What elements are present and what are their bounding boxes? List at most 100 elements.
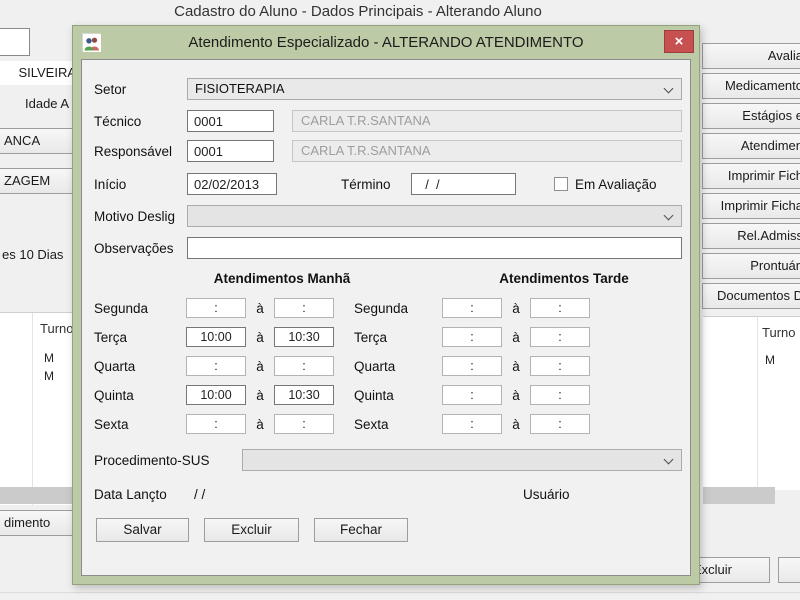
sexta-afternoon-from-input[interactable] [442, 414, 502, 434]
sexta-morning-to-input[interactable] [274, 414, 334, 434]
schedule-row-segunda: Segunda à Segunda à [94, 297, 682, 319]
em-avaliacao-label: Em Avaliação [575, 177, 657, 192]
bg-button-rel-admissao[interactable]: Rel.Admiss [702, 223, 800, 249]
divider [0, 592, 800, 593]
day-label: Quinta [354, 388, 442, 403]
bg-button-estagios[interactable]: Estágios e [702, 103, 800, 129]
bg-button-atendimentos[interactable]: Atendimen [702, 133, 800, 159]
chevron-down-icon [664, 455, 674, 465]
a-separator: à [502, 388, 530, 403]
observacoes-label: Observações [94, 241, 187, 256]
terca-afternoon-to-input[interactable] [530, 327, 590, 347]
fechar-button[interactable]: Fechar [314, 518, 408, 542]
bg-button-documentos[interactable]: Documentos D [702, 283, 800, 309]
inicio-label: Início [94, 177, 187, 192]
termino-date-input[interactable] [411, 173, 516, 195]
setor-label: Setor [94, 82, 187, 97]
bg-button-medicamentos[interactable]: Medicamento [702, 73, 800, 99]
observacoes-input[interactable] [187, 237, 682, 259]
tecnico-name-display: CARLA T.R.SANTANA [292, 110, 682, 132]
quarta-afternoon-from-input[interactable] [442, 356, 502, 376]
a-separator: à [502, 301, 530, 316]
a-separator: à [246, 417, 274, 432]
segunda-afternoon-to-input[interactable] [530, 298, 590, 318]
dialog-content: Setor FISIOTERAPIA Técnico CARLA T.R.SAN… [81, 59, 691, 576]
motivo-deslig-select[interactable] [187, 205, 682, 227]
segunda-morning-from-input[interactable] [186, 298, 246, 318]
terca-afternoon-from-input[interactable] [442, 327, 502, 347]
day-label: Segunda [94, 301, 186, 316]
left-table-header-turno: Turno [40, 321, 73, 336]
bg-button-avaliacoes[interactable]: Avalia [702, 43, 800, 69]
day-label: Quarta [354, 359, 442, 374]
dialog-titlebar[interactable]: Atendimento Especializado - ALTERANDO AT… [73, 26, 699, 59]
day-label: Segunda [354, 301, 442, 316]
atendimento-dialog: Atendimento Especializado - ALTERANDO AT… [72, 25, 700, 585]
a-separator: à [502, 330, 530, 345]
idade-label: Idade A [25, 96, 69, 111]
a-separator: à [246, 330, 274, 345]
horizontal-scrollbar[interactable] [703, 487, 775, 504]
afternoon-header: Atendimentos Tarde [434, 271, 691, 289]
a-separator: à [246, 301, 274, 316]
tecnico-code-input[interactable] [187, 110, 274, 132]
quinta-morning-to-input[interactable] [274, 385, 334, 405]
day-label: Sexta [94, 417, 186, 432]
a-separator: à [502, 359, 530, 374]
bg-button-imprimir-ficha-2[interactable]: Imprimir Ficha [702, 193, 800, 219]
a-separator: à [502, 417, 530, 432]
schedule-row-quinta: Quinta à Quinta à [94, 384, 682, 406]
quarta-afternoon-to-input[interactable] [530, 356, 590, 376]
chevron-down-icon [664, 84, 674, 94]
day-label: Terça [354, 330, 442, 345]
quarta-morning-from-input[interactable] [186, 356, 246, 376]
bg-button-prontuario[interactable]: Prontuári [702, 253, 800, 279]
bg-button-imprimir-ficha-1[interactable]: Imprimir Fich [702, 163, 800, 189]
day-label: Terça [94, 330, 186, 345]
excluir-button[interactable]: Excluir [204, 518, 299, 542]
termino-label: Término [341, 177, 411, 192]
day-label: Sexta [354, 417, 442, 432]
terca-morning-to-input[interactable] [274, 327, 334, 347]
right-table[interactable]: Turno M [703, 316, 800, 490]
quinta-afternoon-from-input[interactable] [442, 385, 502, 405]
schedule-row-terca: Terça à Terça à [94, 326, 682, 348]
partial-button[interactable] [778, 557, 800, 583]
schedule-row-sexta: Sexta à Sexta à [94, 413, 682, 435]
data-lancto-label: Data Lançto [94, 487, 194, 502]
partial-input[interactable] [0, 28, 30, 56]
procedimento-sus-label: Procedimento-SUS [94, 453, 242, 468]
a-separator: à [246, 359, 274, 374]
sexta-morning-from-input[interactable] [186, 414, 246, 434]
quarta-morning-to-input[interactable] [274, 356, 334, 376]
right-table-header-turno: Turno [762, 325, 795, 340]
data-lancto-value: / / [194, 487, 228, 502]
schedule-row-quarta: Quarta à Quarta à [94, 355, 682, 377]
table-cell: M [765, 353, 775, 367]
screen: Cadastro do Aluno - Dados Principais - A… [0, 0, 800, 600]
quinta-morning-from-input[interactable] [186, 385, 246, 405]
setor-select[interactable]: FISIOTERAPIA [187, 78, 682, 100]
usuario-label: Usuário [523, 487, 570, 502]
procedimento-sus-select[interactable] [242, 449, 682, 471]
student-name-field: SILVEIRA [0, 61, 78, 85]
inicio-date-input[interactable] [187, 173, 277, 195]
terca-morning-from-input[interactable] [186, 327, 246, 347]
chevron-down-icon [664, 211, 674, 221]
close-icon[interactable]: × [664, 30, 694, 53]
dias-label: es 10 Dias [2, 247, 63, 262]
segunda-morning-to-input[interactable] [274, 298, 334, 318]
a-separator: à [246, 388, 274, 403]
setor-value: FISIOTERAPIA [195, 81, 285, 96]
day-label: Quarta [94, 359, 186, 374]
salvar-button[interactable]: Salvar [96, 518, 189, 542]
sexta-afternoon-to-input[interactable] [530, 414, 590, 434]
segunda-afternoon-from-input[interactable] [442, 298, 502, 318]
responsavel-code-input[interactable] [187, 140, 274, 162]
quinta-afternoon-to-input[interactable] [530, 385, 590, 405]
responsavel-name-display: CARLA T.R.SANTANA [292, 140, 682, 162]
responsavel-label: Responsável [94, 144, 187, 159]
em-avaliacao-checkbox[interactable] [554, 177, 568, 191]
day-label: Quinta [94, 388, 186, 403]
dialog-title: Atendimento Especializado - ALTERANDO AT… [73, 34, 699, 51]
